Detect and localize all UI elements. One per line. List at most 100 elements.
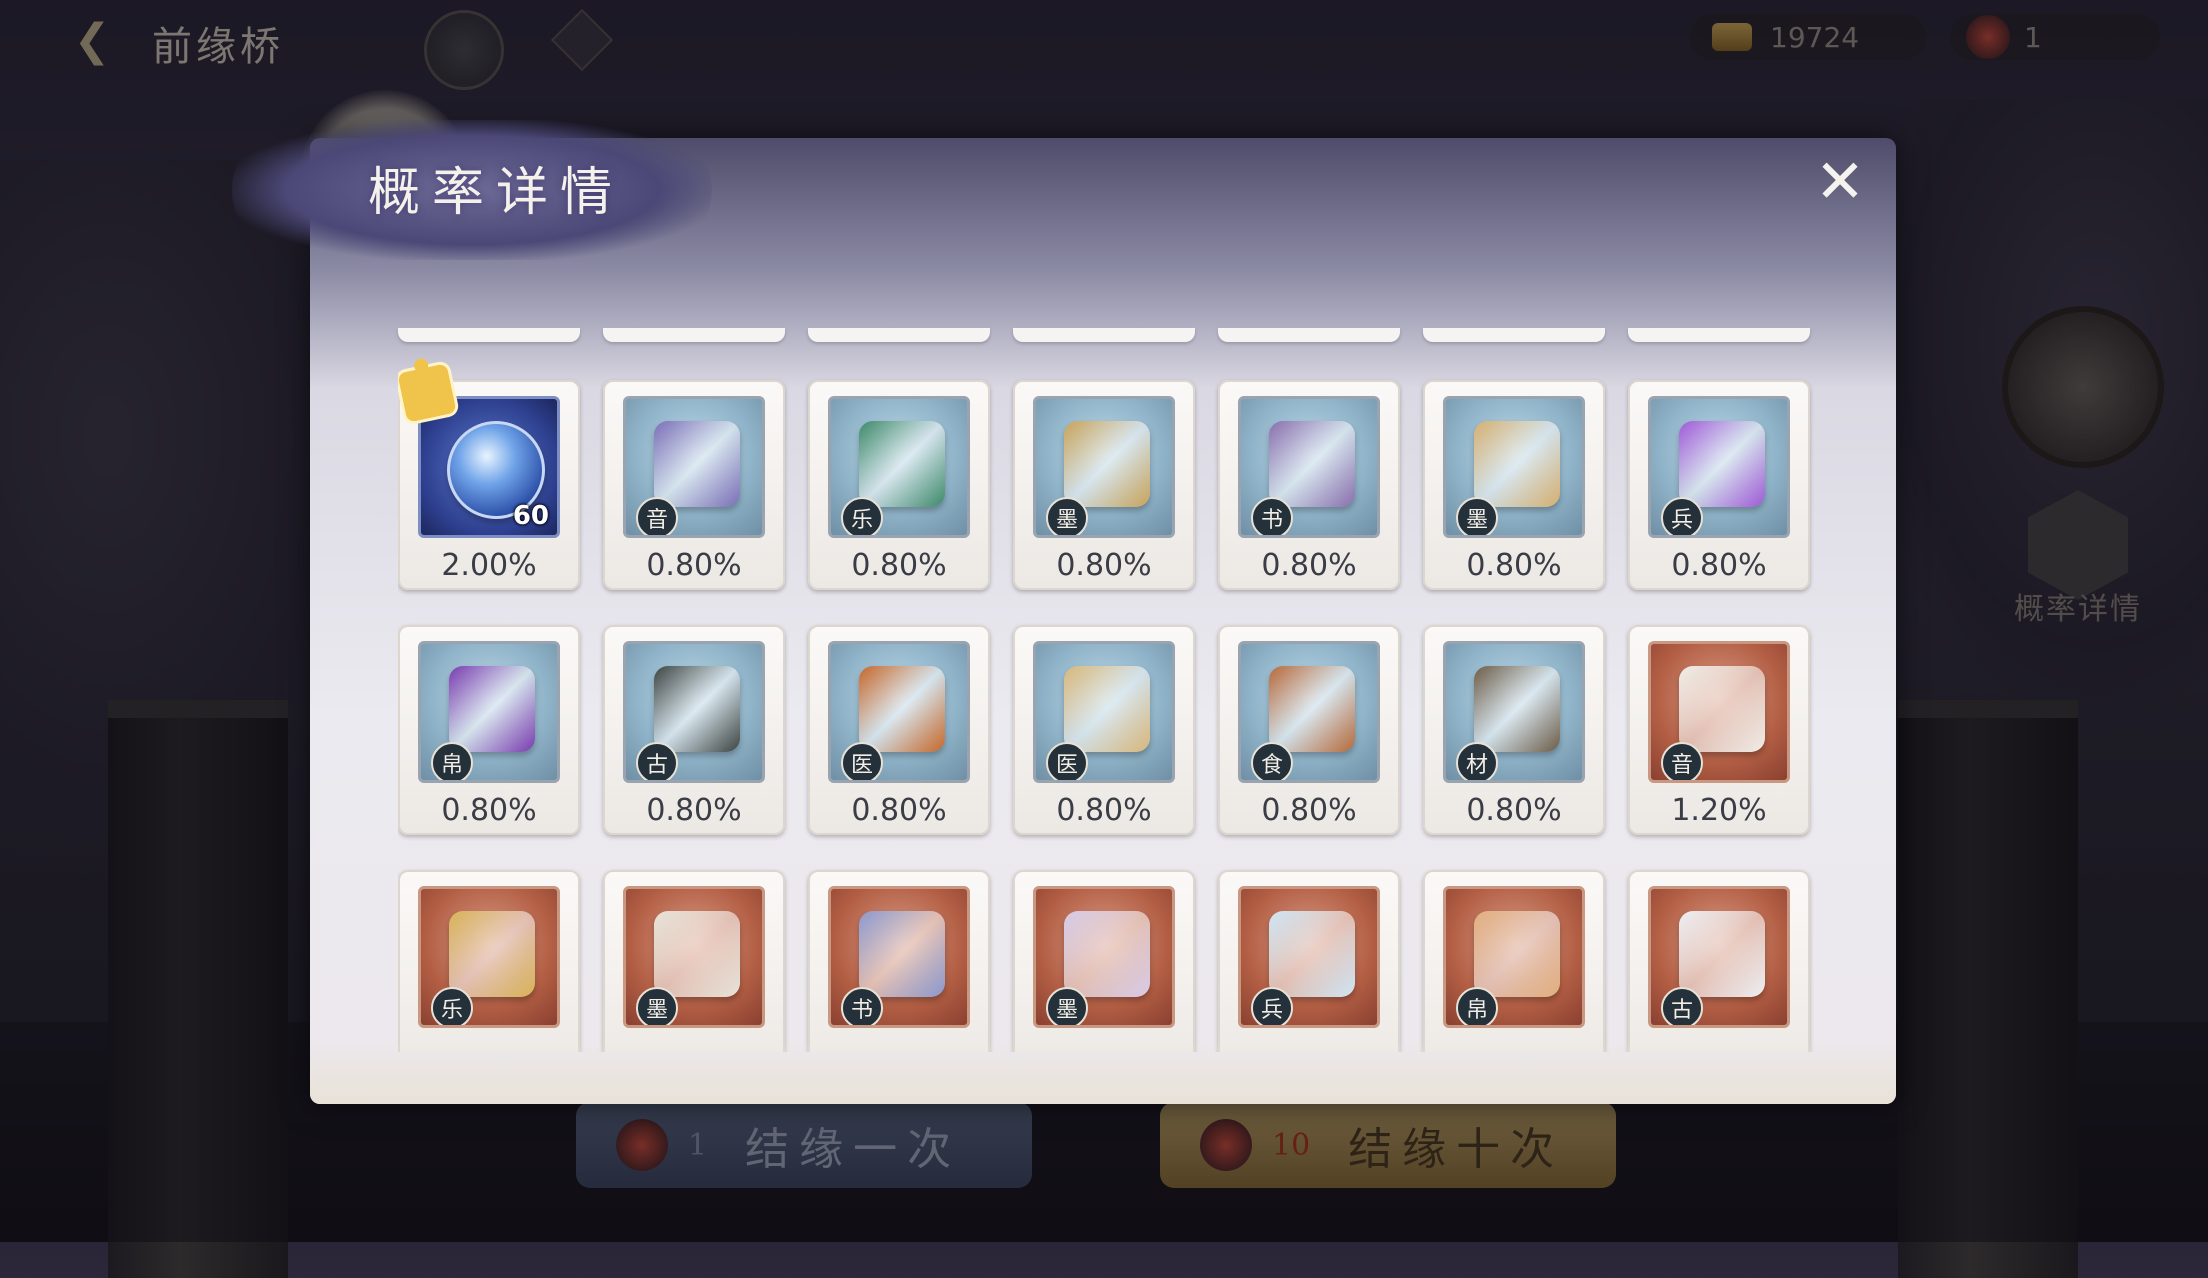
item-card[interactable]: 墨 0.80% <box>1013 380 1195 590</box>
modal-title: 概率详情 <box>368 163 625 223</box>
item-thumbnail: 书 <box>828 886 970 1028</box>
drop-rate: 0.80% <box>1261 548 1357 583</box>
puzzle-piece-icon <box>398 363 457 423</box>
item-thumbnail: 音 <box>1648 641 1790 783</box>
item-card[interactable]: 食 0.80% <box>1218 625 1400 835</box>
drop-rate: 1.20% <box>1671 793 1767 828</box>
medical-book-icon <box>859 666 945 752</box>
category-tag: 帛 <box>1456 987 1498 1025</box>
item-card[interactable]: 乐 0.80% <box>808 380 990 590</box>
item-thumbnail: 墨 <box>1033 886 1175 1028</box>
item-thumbnail: 兵 <box>1238 886 1380 1028</box>
item-card[interactable]: 帛 <box>1423 870 1605 1052</box>
category-tag: 乐 <box>841 497 883 535</box>
hanging-scroll-icon <box>1474 421 1560 507</box>
drop-rate: 0.80% <box>646 793 742 828</box>
music-score-book-icon <box>654 421 740 507</box>
item-thumbnail: 帛 <box>418 641 560 783</box>
item-thumbnail: 墨 <box>1033 396 1175 538</box>
category-tag: 音 <box>636 497 678 535</box>
zither-icon <box>449 911 535 997</box>
category-tag: 帛 <box>431 742 473 780</box>
category-tag: 兵 <box>1251 987 1293 1025</box>
category-tag: 墨 <box>1046 987 1088 1025</box>
item-thumbnail: 墨 <box>1443 396 1585 538</box>
close-x-icon: ✕ <box>1814 147 1866 217</box>
item-card[interactable]: 兵 <box>1218 870 1400 1052</box>
close-button[interactable]: ✕ <box>1812 147 1868 217</box>
category-tag: 古 <box>1661 987 1703 1025</box>
category-tag: 古 <box>636 742 678 780</box>
item-card[interactable]: 古 <box>1628 870 1810 1052</box>
ice-crystal-icon <box>1269 911 1355 997</box>
drop-rate: 0.80% <box>1466 793 1562 828</box>
hanging-scroll-icon <box>1064 911 1150 997</box>
drop-rate: 0.80% <box>1671 548 1767 583</box>
ginseng-root-icon <box>1064 666 1150 752</box>
item-thumbnail: 材 <box>1443 641 1585 783</box>
seed-pod-icon <box>1474 666 1560 752</box>
music-score-book-icon <box>1679 666 1765 752</box>
item-thumbnail: 古 <box>1648 886 1790 1028</box>
drop-rate: 0.80% <box>851 793 947 828</box>
item-card[interactable]: 书 0.80% <box>1218 380 1400 590</box>
item-thumbnail: 乐 <box>828 396 970 538</box>
drop-rate: 0.80% <box>851 548 947 583</box>
item-card[interactable]: 音 1.20% <box>1628 625 1810 835</box>
item-quantity: 60 <box>512 501 549 531</box>
category-tag: 医 <box>1046 742 1088 780</box>
item-card[interactable]: 医 0.80% <box>1013 625 1195 835</box>
item-card[interactable]: 书 <box>808 870 990 1052</box>
item-thumbnail: 墨 <box>623 886 765 1028</box>
category-tag: 墨 <box>1456 497 1498 535</box>
item-card[interactable]: 帛 0.80% <box>398 625 580 835</box>
drop-rate: 0.80% <box>1056 793 1152 828</box>
item-card[interactable]: 60 2.00% <box>398 363 580 590</box>
item-card[interactable]: 墨 0.80% <box>1423 380 1605 590</box>
category-tag: 兵 <box>1661 497 1703 535</box>
calligraphy-scrolls-icon <box>1269 421 1355 507</box>
item-card[interactable]: 材 0.80% <box>1423 625 1605 835</box>
item-thumbnail: 食 <box>1238 641 1380 783</box>
item-card[interactable]: 乐 <box>398 870 580 1052</box>
purple-crystal-icon <box>1679 421 1765 507</box>
item-thumbnail: 医 <box>828 641 970 783</box>
item-card[interactable]: 音 0.80% <box>603 380 785 590</box>
drop-rate: 0.80% <box>1056 548 1152 583</box>
drop-rate: 0.80% <box>441 793 537 828</box>
drop-rate: 2.00% <box>441 548 537 583</box>
silk-bolt-icon <box>449 666 535 752</box>
roast-pig-icon <box>1269 666 1355 752</box>
painting-scroll-icon <box>654 911 740 997</box>
jade-flute-icon <box>859 421 945 507</box>
item-card[interactable]: 兵 0.80% <box>1628 380 1810 590</box>
item-card[interactable]: 墨 <box>603 870 785 1052</box>
item-thumbnail: 音 <box>623 396 765 538</box>
item-thumbnail: 书 <box>1238 396 1380 538</box>
item-thumbnail: 兵 <box>1648 396 1790 538</box>
silk-bolt-icon <box>1474 911 1560 997</box>
category-tag: 食 <box>1251 742 1293 780</box>
category-tag: 墨 <box>636 987 678 1025</box>
category-tag: 墨 <box>1046 497 1088 535</box>
category-tag: 书 <box>841 987 883 1025</box>
item-grid-scroll[interactable]: 60 2.00% 音 0.80% 乐 0.80% 墨 0.80% 书 0.80% 墨 0.80% 兵 0.… <box>398 330 1814 1052</box>
painting-scroll-icon <box>1064 421 1150 507</box>
calligraphy-scrolls-icon <box>859 911 945 997</box>
item-thumbnail: 乐 <box>418 886 560 1028</box>
category-tag: 书 <box>1251 497 1293 535</box>
category-tag: 乐 <box>431 987 473 1025</box>
drop-rate: 0.80% <box>646 548 742 583</box>
item-card[interactable]: 医 0.80% <box>808 625 990 835</box>
modal-bottom-decoration <box>310 1040 1896 1104</box>
item-thumbnail: 帛 <box>1443 886 1585 1028</box>
item-thumbnail: 60 <box>418 396 560 538</box>
category-tag: 医 <box>841 742 883 780</box>
item-card[interactable]: 墨 <box>1013 870 1195 1052</box>
item-card[interactable]: 古 0.80% <box>603 625 785 835</box>
porcelain-vase-icon <box>1679 911 1765 997</box>
category-tag: 音 <box>1661 742 1703 780</box>
bronze-vessel-icon <box>654 666 740 752</box>
category-tag: 材 <box>1456 742 1498 780</box>
item-thumbnail: 医 <box>1033 641 1175 783</box>
